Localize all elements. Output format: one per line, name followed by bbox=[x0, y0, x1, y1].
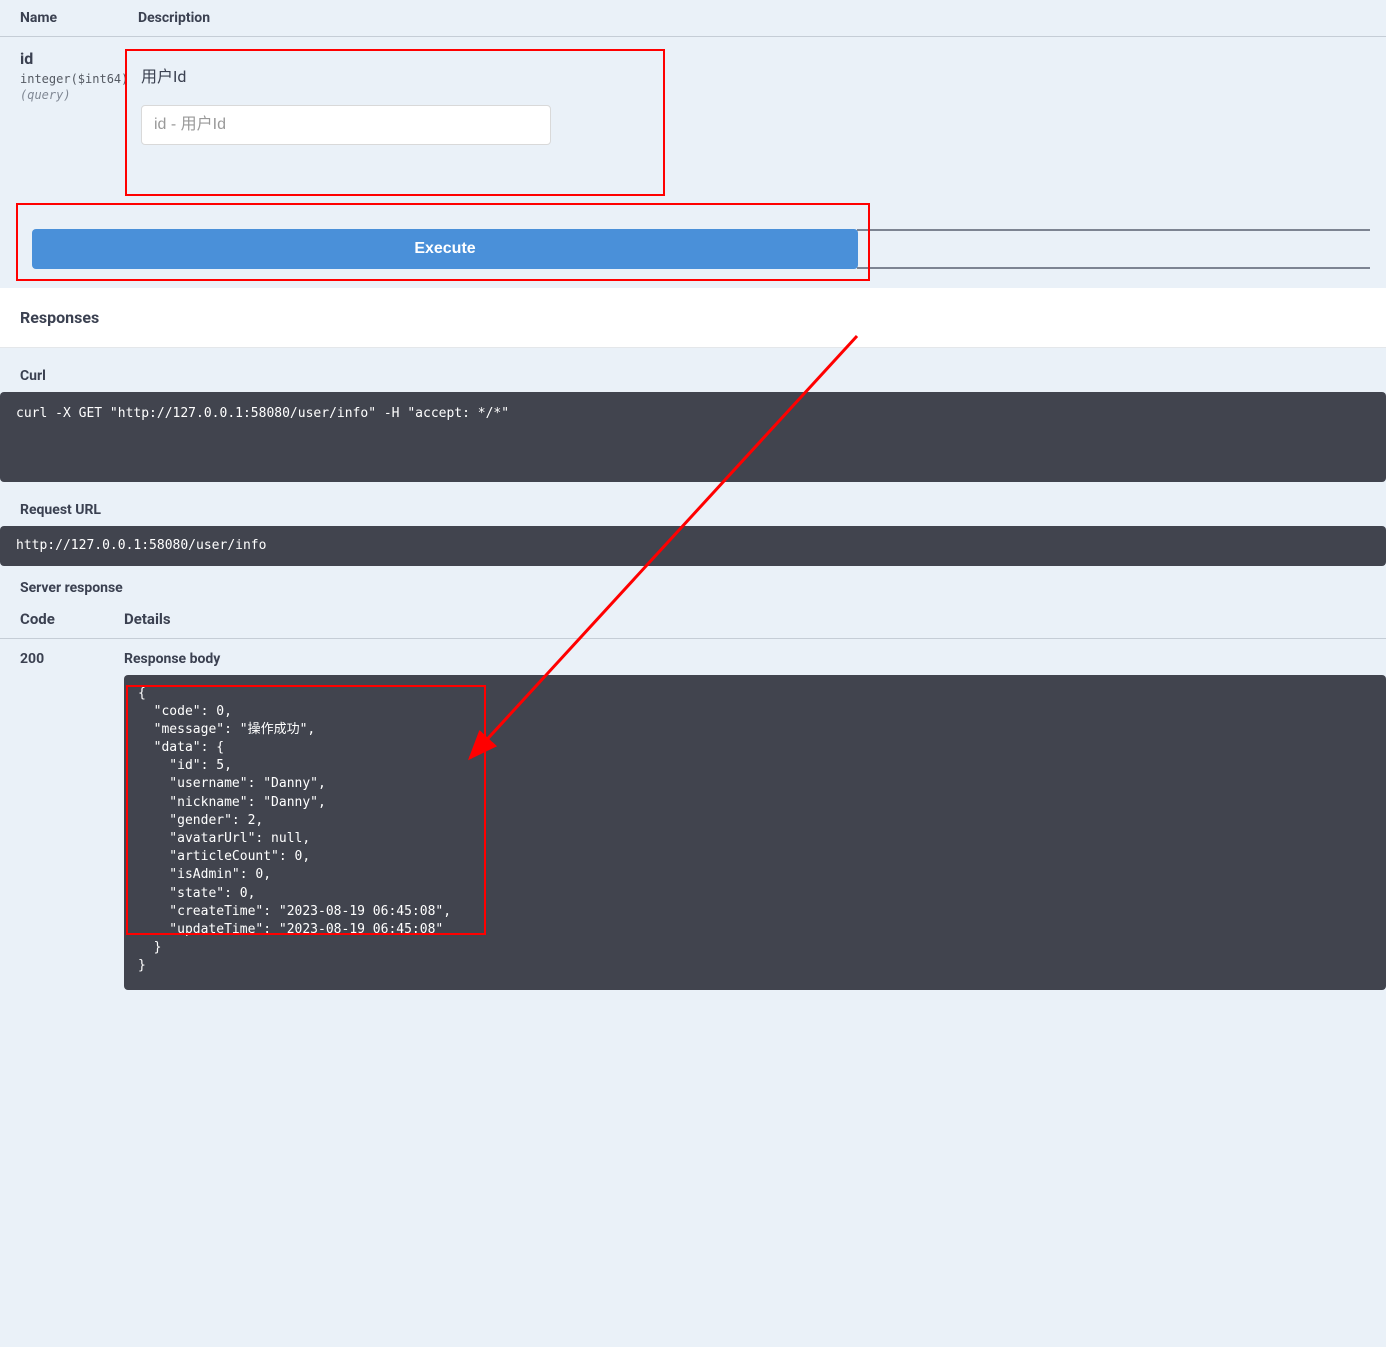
annotation-box-parameter bbox=[125, 49, 665, 196]
parameter-type: integer($int64) bbox=[20, 72, 125, 86]
parameter-name: id bbox=[20, 49, 125, 68]
parameter-location: (query) bbox=[20, 88, 125, 102]
curl-command: curl -X GET "http://127.0.0.1:58080/user… bbox=[0, 392, 1386, 482]
code-column-header: Code bbox=[20, 610, 124, 628]
column-description-header: Description bbox=[138, 10, 1366, 26]
response-code: 200 bbox=[20, 651, 124, 990]
clear-button[interactable] bbox=[857, 229, 1370, 269]
curl-label: Curl bbox=[0, 348, 1386, 392]
annotation-box-execute bbox=[16, 203, 870, 281]
parameters-header: Name Description bbox=[0, 0, 1386, 37]
execute-area: Execute bbox=[0, 203, 1386, 284]
response-body-content: { "code": 0, "message": "操作成功", "data": … bbox=[138, 686, 451, 974]
parameter-description-cell: 用户Id bbox=[125, 49, 665, 175]
response-row: 200 Response body { "code": 0, "message"… bbox=[0, 639, 1386, 990]
response-table-header: Code Details bbox=[0, 606, 1386, 639]
response-body-label: Response body bbox=[124, 651, 1386, 667]
parameter-name-cell: id integer($int64) (query) bbox=[20, 49, 125, 175]
response-body: { "code": 0, "message": "操作成功", "data": … bbox=[124, 675, 1386, 990]
column-name-header: Name bbox=[20, 10, 138, 26]
request-url-label: Request URL bbox=[0, 482, 1386, 526]
server-response-label: Server response bbox=[0, 566, 1386, 606]
details-column-header: Details bbox=[124, 610, 171, 628]
responses-header: Responses bbox=[0, 288, 1386, 348]
request-url-value: http://127.0.0.1:58080/user/info bbox=[0, 526, 1386, 566]
parameter-row: id integer($int64) (query) 用户Id bbox=[0, 37, 1386, 195]
response-details: Response body { "code": 0, "message": "操… bbox=[124, 651, 1386, 990]
